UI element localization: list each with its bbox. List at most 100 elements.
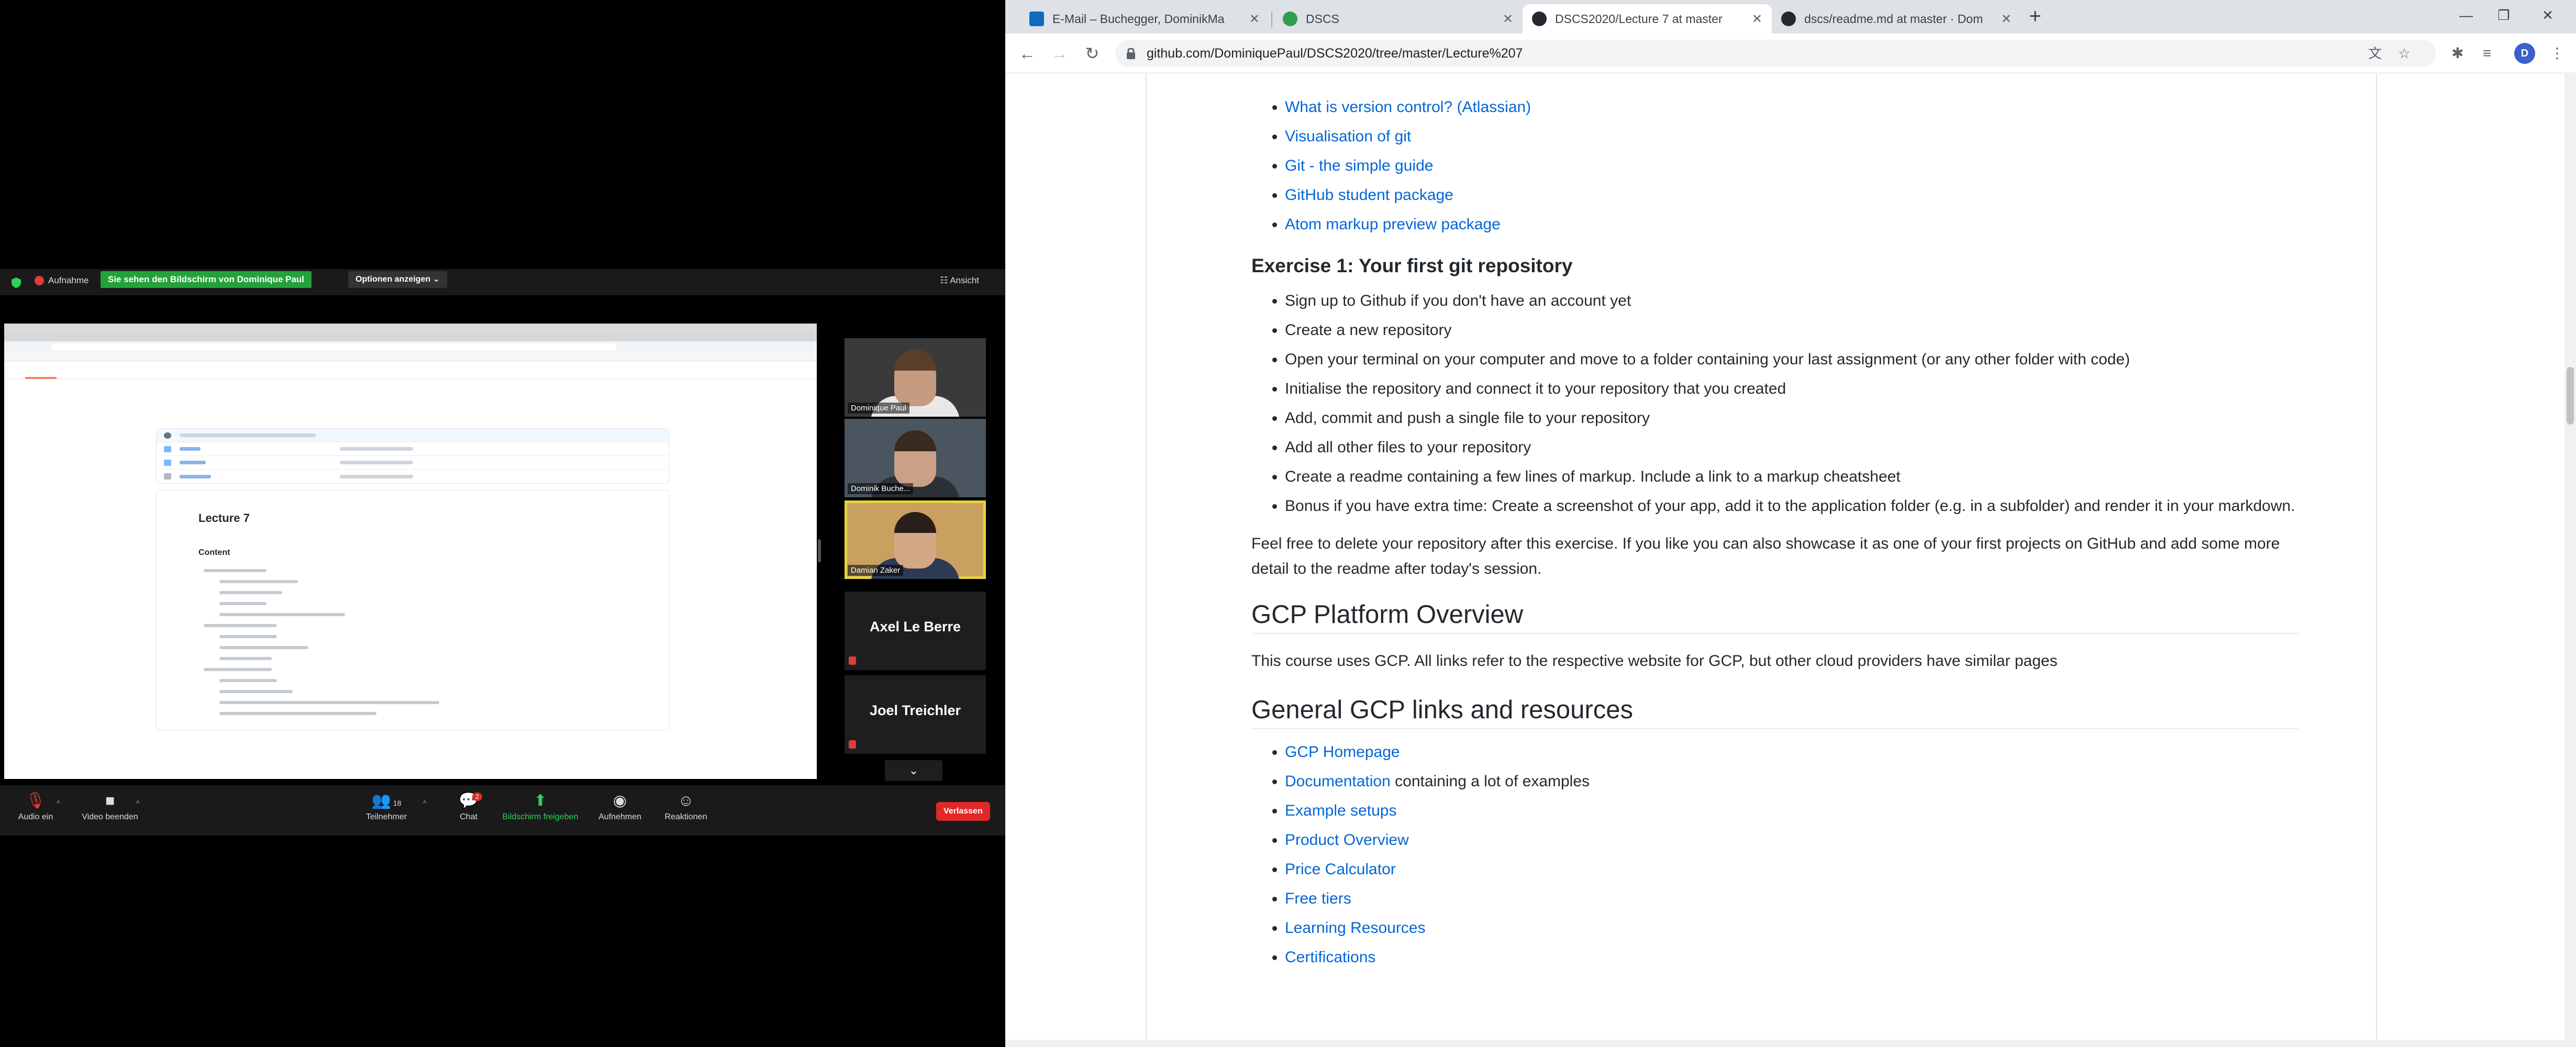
list-item: What is version control? (Atlassian) — [1285, 93, 2299, 122]
participants-options-caret[interactable]: ^ — [423, 799, 427, 807]
browser-tab[interactable]: dscs/readme.md at master · Dom ✕ — [1772, 4, 2021, 34]
close-icon[interactable]: ✕ — [1752, 12, 1762, 27]
shield-icon[interactable] — [10, 277, 22, 288]
horizontal-scrollbar[interactable] — [1005, 1040, 2564, 1047]
more-participants-button[interactable]: ⌄ — [885, 760, 942, 781]
splitter-handle[interactable] — [818, 539, 821, 562]
link[interactable]: Atom markup preview package — [1285, 216, 1501, 233]
zoom-window: Aufnahme Sie sehen den Bildschirm von Do… — [0, 0, 1005, 1047]
reload-button[interactable]: ↻ — [1080, 41, 1105, 66]
chrome-window: E-Mail – Buchegger, DominikMa ✕ DSCS ✕ D… — [1005, 0, 2576, 1047]
browser-tab-active[interactable]: DSCS2020/Lecture 7 at master ✕ — [1523, 4, 1772, 34]
shared-bookmarks-bar — [4, 353, 817, 361]
extensions-icon[interactable]: ✱ — [2446, 42, 2469, 65]
participants-label: Teilnehmer — [365, 812, 407, 821]
close-icon[interactable]: ✕ — [1503, 12, 1513, 27]
participants-button[interactable]: 👥 18 Teilnehmer — [355, 785, 418, 836]
translate-icon[interactable]: 文 — [2368, 46, 2382, 61]
link[interactable]: Certifications — [1285, 949, 1375, 966]
shared-address-bar — [4, 341, 817, 353]
dscs-site-icon — [1283, 12, 1297, 26]
shared-screen-view[interactable]: Lecture 7 Content — [4, 324, 817, 779]
forward-button[interactable]: → — [1047, 41, 1072, 66]
restore-button[interactable]: ❐ — [2488, 2, 2519, 28]
more-menu-icon[interactable]: ⋮ — [2546, 42, 2569, 65]
close-icon[interactable]: ✕ — [2001, 12, 2012, 27]
link[interactable]: Product Overview — [1285, 831, 1409, 849]
grid-icon: ☷ — [940, 275, 948, 285]
url-input[interactable] — [1147, 40, 2089, 67]
participant-tile-active[interactable]: Damian Zaker — [845, 500, 986, 579]
new-tab-button[interactable]: + — [2022, 4, 2048, 30]
leave-button[interactable]: Verlassen — [936, 802, 990, 821]
shared-browser-tabs — [4, 331, 817, 341]
link[interactable]: Documentation — [1285, 773, 1391, 790]
share-screen-button[interactable]: ⬆ Bildschirm freigeben — [492, 785, 589, 836]
list-item: Product Overview — [1285, 826, 2299, 855]
chevron-down-icon: ⌄ — [432, 275, 440, 284]
reaction-icon: ☺ — [678, 792, 694, 809]
link[interactable]: Free tiers — [1285, 890, 1351, 907]
outlook-icon — [1029, 12, 1044, 26]
profile-avatar[interactable]: D — [2514, 43, 2535, 64]
link[interactable]: GCP Homepage — [1285, 743, 1400, 761]
video-button[interactable]: ■ Video beenden — [72, 785, 148, 836]
minimize-button[interactable]: — — [2450, 2, 2482, 28]
participant-name: Axel Le Berre — [869, 619, 961, 634]
list-item: Sign up to Github if you don't have an a… — [1285, 286, 2299, 316]
link[interactable]: Learning Resources — [1285, 919, 1426, 937]
list-item: Example setups — [1285, 796, 2299, 826]
browser-tab[interactable]: DSCS ✕ — [1273, 4, 1523, 34]
view-options-button[interactable]: Optionen anzeigen ⌄ — [348, 271, 447, 288]
participant-name: Joel Treichler — [869, 703, 961, 718]
list-item: GitHub student package — [1285, 181, 2299, 210]
participant-name: Damian Zaker — [848, 565, 904, 576]
link[interactable]: What is version control? (Atlassian) — [1285, 98, 1531, 116]
chat-label: Chat — [460, 812, 478, 821]
link[interactable]: Example setups — [1285, 802, 1396, 819]
close-window-button[interactable]: ✕ — [2532, 2, 2563, 28]
shared-readme: Lecture 7 Content — [156, 490, 669, 731]
video-options-caret[interactable]: ^ — [136, 799, 140, 807]
list-item: Atom markup preview package — [1285, 210, 2299, 239]
close-icon[interactable]: ✕ — [1249, 12, 1260, 27]
gcp-overview-text: This course uses GCP. All links refer to… — [1251, 652, 2058, 670]
reactions-label: Reaktionen — [664, 812, 707, 821]
participant-tile[interactable]: Dominique Paul — [845, 338, 986, 417]
github-icon — [1781, 12, 1796, 26]
link[interactable]: Price Calculator — [1285, 861, 1396, 878]
audio-options-caret[interactable]: ^ — [57, 799, 60, 807]
list-item: GCP Homepage — [1285, 738, 2299, 767]
list-item: Git - the simple guide — [1285, 151, 2299, 181]
reactions-button[interactable]: ☺ Reaktionen — [654, 785, 717, 836]
zoom-toolbar: 🎙 Audio ein ^ ■ Video beenden ^ 👥 18 Teil… — [0, 785, 1005, 836]
link[interactable]: Visualisation of git — [1285, 128, 1411, 145]
scrollbar-thumb[interactable] — [2567, 367, 2574, 425]
link[interactable]: GitHub student package — [1285, 186, 1453, 204]
lock-icon — [1127, 48, 1135, 59]
audio-button[interactable]: 🎙 Audio ein — [8, 785, 63, 836]
link[interactable]: Git - the simple guide — [1285, 157, 1433, 174]
address-bar[interactable]: 文 ☆ — [1115, 40, 2436, 67]
participant-tile[interactable]: Axel Le Berre — [845, 592, 986, 670]
participant-tile[interactable]: Dominik Buche... — [845, 419, 986, 497]
browser-tab[interactable]: E-Mail – Buchegger, DominikMa ✕ — [1020, 4, 1269, 34]
chat-button[interactable]: 💬 2 Chat — [445, 785, 492, 836]
view-button[interactable]: ☷ Ansicht — [940, 275, 979, 286]
reading-list-icon[interactable]: ≡ — [2475, 42, 2499, 65]
exercise-heading: Exercise 1: Your first git repository — [1251, 255, 1573, 276]
back-button[interactable]: ← — [1015, 41, 1040, 66]
github-page: What is version control? (Atlassian) Vis… — [1005, 74, 2564, 1047]
bookmark-star-icon[interactable]: ☆ — [2397, 46, 2412, 61]
record-button[interactable]: ◉ Aufnehmen — [589, 785, 651, 836]
shared-readme-section: Content — [198, 548, 230, 557]
shared-readme-title: Lecture 7 — [198, 511, 250, 525]
participant-tile[interactable]: Joel Treichler — [845, 675, 986, 754]
list-item: Free tiers — [1285, 884, 2299, 914]
view-options-label: Optionen anzeigen — [356, 275, 431, 284]
audio-label: Audio ein — [18, 812, 53, 821]
share-screen-label: Bildschirm freigeben — [502, 812, 579, 821]
recording-indicator[interactable]: Aufnahme — [35, 275, 89, 286]
shared-repo-nav — [4, 361, 817, 379]
vertical-scrollbar[interactable] — [2564, 74, 2576, 1047]
